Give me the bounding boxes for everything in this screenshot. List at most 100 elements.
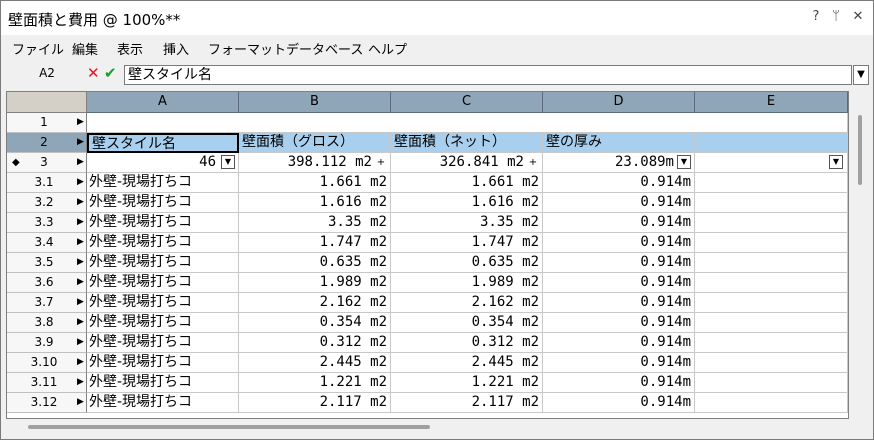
gross-area-cell[interactable]: 1.661 m2 [239,173,391,193]
empty-cell[interactable] [695,373,848,393]
gross-area-cell[interactable]: 1.747 m2 [239,233,391,253]
menu-help[interactable]: ヘルプ [368,39,407,58]
wall-style-cell[interactable]: 外壁-現場打ちコ [87,393,239,413]
gross-area-cell[interactable]: 3.35 m2 [239,213,391,233]
row-header[interactable]: 3.7 ▶ [7,293,87,313]
empty-cell[interactable] [695,293,848,313]
gross-area-cell[interactable]: 1.221 m2 [239,373,391,393]
expand-arrow-icon[interactable]: ▶ [77,373,84,392]
plus-icon[interactable]: + [527,156,539,170]
column-header-d[interactable]: D [543,92,695,113]
wall-style-cell[interactable]: 外壁-現場打ちコ [87,193,239,213]
row-header[interactable]: 3.6 ▶ [7,273,87,293]
expand-arrow-icon[interactable]: ▶ [77,173,84,192]
net-area-cell[interactable]: 0.354 m2 [391,313,543,333]
expand-arrow-icon[interactable]: ▶ [77,133,84,152]
row-header[interactable]: 3.9 ▶ [7,333,87,353]
expand-arrow-icon[interactable]: ▶ [77,273,84,292]
net-area-cell[interactable]: 0.635 m2 [391,253,543,273]
net-area-cell[interactable]: 1.616 m2 [391,193,543,213]
net-area-cell[interactable]: 1.989 m2 [391,273,543,293]
empty-cell[interactable] [695,393,848,413]
gross-area-cell[interactable]: 0.312 m2 [239,333,391,353]
thickness-cell[interactable]: 0.914m [543,373,695,393]
menu-database[interactable]: データベース [286,39,363,58]
thickness-cell[interactable]: 0.914m [543,353,695,373]
empty-cell[interactable] [695,253,848,273]
row-header[interactable]: 3.11 ▶ [7,373,87,393]
row-header-1[interactable]: 1 ▶ [7,113,87,133]
chevron-down-icon[interactable]: ▼ [221,155,235,169]
scroll-thumb[interactable] [28,425,430,429]
gross-area-cell[interactable]: 0.354 m2 [239,313,391,333]
row-header[interactable]: 3.2 ▶ [7,193,87,213]
gross-area-cell[interactable]: 2.162 m2 [239,293,391,313]
column-header-b[interactable]: B [239,92,391,113]
menu-format[interactable]: フォーマット [208,39,286,58]
net-area-cell[interactable]: 2.445 m2 [391,353,543,373]
expand-arrow-icon[interactable]: ▶ [77,113,84,132]
row-header-2[interactable]: 2 ▶ [7,133,87,153]
expand-arrow-icon[interactable]: ▶ [77,293,84,312]
horizontal-scrollbar[interactable] [6,419,849,435]
expand-arrow-icon[interactable]: ▶ [77,393,84,412]
row-header[interactable]: 3.10 ▶ [7,353,87,373]
wall-style-cell[interactable]: 外壁-現場打ちコ [87,353,239,373]
menu-insert[interactable]: 挿入 [163,39,189,58]
wall-style-cell[interactable]: 外壁-現場打ちコ [87,333,239,353]
cancel-icon[interactable]: ✕ [87,65,100,81]
gross-area-cell[interactable]: 1.616 m2 [239,193,391,213]
pin-icon[interactable]: ᛘ [827,8,845,26]
cell-a2[interactable]: 壁スタイル名 [87,133,239,153]
wall-style-cell[interactable]: 外壁-現場打ちコ [87,173,239,193]
chevron-down-icon[interactable]: ▼ [829,155,843,169]
thickness-cell[interactable]: 0.914m [543,293,695,313]
column-header-c[interactable]: C [391,92,543,113]
accept-icon[interactable]: ✔ [104,65,117,81]
wall-style-cell[interactable]: 外壁-現場打ちコ [87,273,239,293]
empty-row-cells[interactable] [87,113,848,133]
cell-e2[interactable] [695,133,848,153]
wall-style-cell[interactable]: 外壁-現場打ちコ [87,233,239,253]
column-header-a[interactable]: A [87,92,239,113]
cell-d2[interactable]: 壁の厚み [543,133,695,153]
column-header-e[interactable]: E [695,92,848,113]
wall-style-cell[interactable]: 外壁-現場打ちコ [87,313,239,333]
cell-b3[interactable]: 398.112 m2 [239,153,391,173]
expand-arrow-icon[interactable]: ▶ [77,193,84,212]
gross-area-cell[interactable]: 0.635 m2 [239,253,391,273]
plus-icon[interactable]: + [375,156,387,170]
expand-arrow-icon[interactable]: ▶ [77,233,84,252]
chevron-down-icon[interactable]: ▼ [677,155,691,169]
cell-e3[interactable] [695,153,848,173]
formula-input[interactable]: 壁スタイル名 [124,65,852,85]
gross-area-cell[interactable]: 2.445 m2 [239,353,391,373]
net-area-cell[interactable]: 2.162 m2 [391,293,543,313]
menu-view[interactable]: 表示 [117,39,143,58]
thickness-cell[interactable]: 0.914m [543,253,695,273]
wall-style-cell[interactable]: 外壁-現場打ちコ [87,293,239,313]
thickness-cell[interactable]: 0.914m [543,213,695,233]
help-icon[interactable]: ? [807,8,825,26]
net-area-cell[interactable]: 3.35 m2 [391,213,543,233]
thickness-cell[interactable]: 0.914m [543,173,695,193]
cell-c3[interactable]: 326.841 m2 [391,153,543,173]
menu-edit[interactable]: 編集 [72,39,98,58]
cell-d3[interactable]: 23.089m [543,153,695,173]
row-header[interactable]: 3.4 ▶ [7,233,87,253]
select-all-corner[interactable] [7,92,87,113]
thickness-cell[interactable]: 0.914m [543,313,695,333]
expand-arrow-icon[interactable]: ▶ [77,333,84,352]
row-header-3[interactable]: ◆ 3 ▶ [7,153,87,173]
empty-cell[interactable] [695,233,848,253]
gross-area-cell[interactable]: 2.117 m2 [239,393,391,413]
empty-cell[interactable] [695,313,848,333]
net-area-cell[interactable]: 1.221 m2 [391,373,543,393]
vertical-scrollbar[interactable] [853,91,869,419]
row-header[interactable]: 3.3 ▶ [7,213,87,233]
wall-style-cell[interactable]: 外壁-現場打ちコ [87,213,239,233]
thickness-cell[interactable]: 0.914m [543,333,695,353]
cell-b2[interactable]: 壁面積（グロス） [239,133,391,153]
thickness-cell[interactable]: 0.914m [543,273,695,293]
menu-file[interactable]: ファイル [12,39,64,58]
